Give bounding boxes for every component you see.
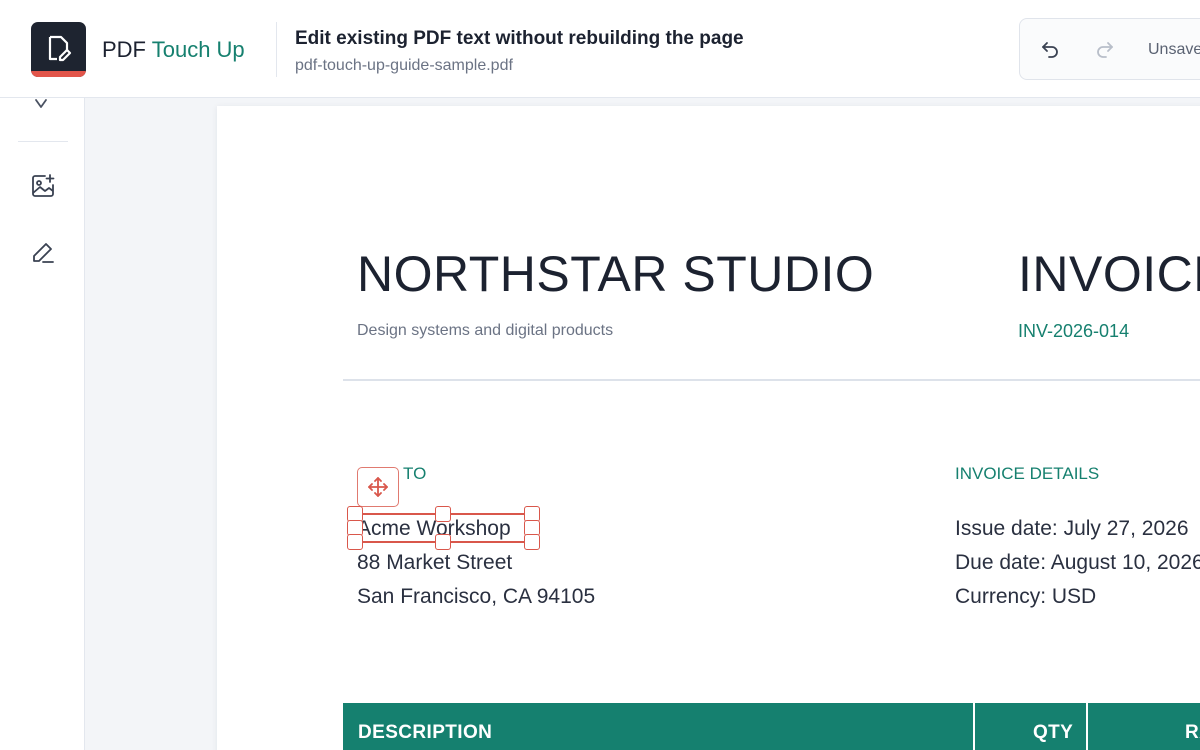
image-add-icon	[32, 174, 55, 197]
redo-icon	[1097, 42, 1113, 58]
history-action-bar: Unsaved	[1019, 18, 1200, 80]
app-logo[interactable]	[31, 22, 86, 77]
header-divider	[276, 22, 277, 77]
column-rate[interactable]: RATE	[1185, 721, 1200, 745]
invoice-details-label[interactable]: INVOICE DETAILS	[955, 464, 1099, 484]
pen-icon	[33, 243, 54, 263]
document-title: Edit existing PDF text without rebuildin…	[295, 28, 744, 49]
toolbar-divider	[18, 141, 68, 142]
pdf-page[interactable]: NORTHSTAR STUDIO Design systems and digi…	[217, 106, 1200, 750]
resize-handle-bottom-right[interactable]	[524, 534, 540, 550]
column-qty[interactable]: QTY	[1033, 721, 1073, 745]
client-city[interactable]: San Francisco, CA 94105	[357, 584, 595, 610]
invoice-title[interactable]: INVOICE	[1018, 245, 1200, 303]
redo-button[interactable]	[1094, 38, 1116, 60]
undo-icon	[1042, 42, 1058, 58]
issue-date[interactable]: Issue date: July 27, 2026	[955, 516, 1189, 542]
save-status: Unsaved	[1148, 41, 1200, 58]
add-image-tool[interactable]	[29, 172, 57, 200]
invoice-number[interactable]: INV-2026-014	[1018, 320, 1129, 342]
resize-handle-bottom-left[interactable]	[347, 534, 363, 550]
client-street[interactable]: 88 Market Street	[357, 550, 512, 576]
brand-prefix: PDF	[102, 37, 146, 62]
undo-button[interactable]	[1039, 38, 1061, 60]
line-items-table-header: DESCRIPTION QTY RATE	[343, 703, 1200, 750]
document-filename: pdf-touch-up-guide-sample.pdf	[295, 57, 513, 74]
studio-name[interactable]: NORTHSTAR STUDIO	[357, 245, 874, 303]
column-divider	[1086, 703, 1088, 750]
app-brand: PDF Touch Up	[102, 36, 245, 64]
tool-sidebar	[0, 98, 85, 750]
document-edit-icon	[48, 35, 72, 62]
move-handle[interactable]	[357, 467, 399, 507]
resize-handle-bottom-middle[interactable]	[435, 534, 451, 550]
app-header: PDF Touch Up Edit existing PDF text with…	[0, 0, 1200, 98]
chevron-down-icon[interactable]	[33, 98, 49, 114]
studio-tagline[interactable]: Design systems and digital products	[357, 321, 613, 341]
header-rule	[343, 379, 1200, 381]
resize-handle-top-middle[interactable]	[435, 506, 451, 522]
due-date[interactable]: Due date: August 10, 2026	[955, 550, 1200, 576]
move-icon	[368, 477, 388, 497]
currency[interactable]: Currency: USD	[955, 584, 1096, 610]
bill-to-label-text: TO	[403, 464, 427, 483]
column-divider	[973, 703, 975, 750]
draw-tool[interactable]	[29, 239, 57, 267]
logo-accent-bar	[31, 71, 86, 77]
column-description[interactable]: DESCRIPTION	[358, 721, 492, 745]
brand-accent: Touch Up	[151, 37, 245, 62]
